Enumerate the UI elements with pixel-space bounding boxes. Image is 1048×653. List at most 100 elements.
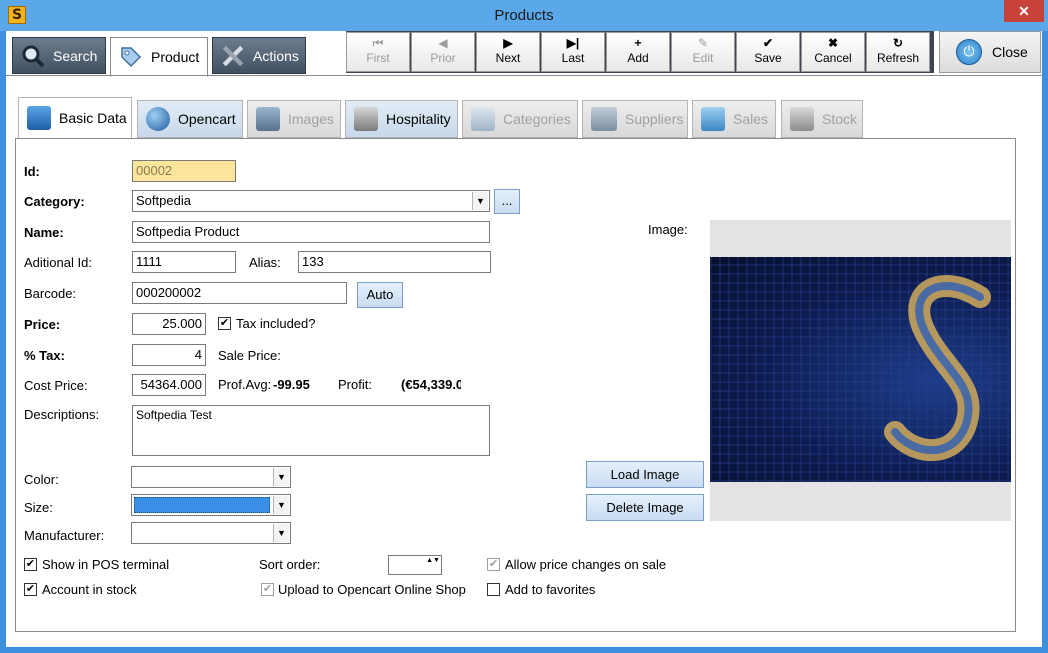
tab-suppliers[interactable]: Suppliers [582,100,688,138]
price-field[interactable]: 25.000 [132,313,206,335]
id-field[interactable]: 00002 [132,160,236,182]
tab-hospitality[interactable]: Hospitality [345,100,458,138]
load-image-button[interactable]: Load Image [586,461,704,488]
size-selection-highlight [134,497,270,513]
save-label: Save [754,51,782,65]
prof-avg-value: -99.95 [273,377,310,392]
tab-stock[interactable]: Stock [781,100,863,138]
product-image [710,257,1011,482]
tax-field[interactable]: 4 [132,344,206,366]
window: S Products ✕ Search Product Actions ⏮ Fi… [0,0,1048,653]
category-label: Category: [24,194,85,209]
category-more-button[interactable]: ... [494,189,520,214]
allow-price-label: Allow price changes on sale [505,557,667,572]
tab-opencart[interactable]: Opencart [137,100,243,138]
tab-images[interactable]: Images [247,100,341,138]
id-label: Id: [24,164,40,179]
basic-data-panel: Id: 00002 Category: Softpedia ▼ ... Name… [15,138,1016,632]
tab-sales[interactable]: Sales [692,100,776,138]
prior-label: Prior [430,51,456,65]
tab-hospitality-label: Hospitality [386,111,451,127]
manufacturer-select[interactable]: ▼ [131,522,291,544]
barcode-label: Barcode: [24,286,77,301]
add-label: Add [627,51,649,65]
tax-label: % Tax: [24,348,65,363]
cooking-pot-icon [354,107,378,131]
additional-id-field[interactable]: 1111 [132,251,236,273]
refresh-button[interactable]: ↻ Refresh [866,32,930,72]
tab-search-label: Search [53,47,98,64]
tax-included-checkbox[interactable]: ✔ [218,317,231,330]
show-pos-checkbox[interactable]: ✔ [24,558,37,571]
window-close-button[interactable]: ✕ [1004,0,1044,22]
alias-field[interactable]: 133 [298,251,491,273]
edit-icon: ✎ [697,36,709,50]
tab-categories[interactable]: Categories [462,100,578,138]
descriptions-textarea[interactable]: Softpedia Test [132,405,490,456]
image-label: Image: [648,222,688,237]
prior-icon: ◀ [438,36,448,50]
globe-icon [146,107,170,131]
upload-opencart-checkbox[interactable]: ✔ [261,583,274,596]
account-stock-label: Account in stock [42,582,137,597]
profit-value: (€54,339.0 [401,377,461,392]
cost-price-label: Cost Price: [24,378,88,393]
tab-search[interactable]: Search [12,37,106,74]
refresh-label: Refresh [876,51,920,65]
last-button[interactable]: ▶| Last [541,32,605,72]
cost-price-field[interactable]: 54364.000 [132,374,206,396]
tab-product[interactable]: Product [110,37,208,77]
descriptions-label: Descriptions: [24,407,100,422]
chevron-down-icon: ▼ [472,192,488,210]
tab-basic-data[interactable]: Basic Data [18,97,132,139]
last-label: Last [561,51,585,65]
allow-price-checkbox[interactable]: ✔ [487,558,500,571]
name-label: Name: [24,225,64,240]
save-icon: ✔ [762,36,774,50]
prior-button[interactable]: ◀ Prior [411,32,475,72]
edit-button[interactable]: ✎ Edit [671,32,735,72]
add-icon: + [634,36,642,50]
refresh-icon: ↻ [892,36,904,50]
sale-price-label: Sale Price: [218,348,281,363]
category-select[interactable]: Softpedia ▼ [132,190,490,212]
tab-actions[interactable]: Actions [212,37,306,74]
tab-actions-label: Actions [253,47,299,64]
tab-product-label: Product [151,49,200,65]
client-area: Search Product Actions ⏮ First ◀ Prior ▶… [6,31,1042,647]
cancel-button[interactable]: ✖ Cancel [801,32,865,72]
category-value: Softpedia [136,193,191,208]
tab-opencart-label: Opencart [178,111,236,127]
sort-order-spinner[interactable]: ▲▼ [388,555,442,575]
prof-avg-label: Prof.Avg: [218,377,272,392]
product-image-frame [710,220,1011,521]
basket-icon [701,107,725,131]
next-button[interactable]: ▶ Next [476,32,540,72]
tab-stock-label: Stock [822,111,858,127]
size-label: Size: [24,500,53,515]
color-select[interactable]: ▼ [131,466,291,488]
close-button[interactable]: ⏻ Close [939,31,1041,73]
first-button[interactable]: ⏮ First [346,32,410,72]
tax-included-label: Tax included? [236,316,316,331]
add-button[interactable]: + Add [606,32,670,72]
price-label: Price: [24,317,61,332]
color-label: Color: [24,472,59,487]
barcode-field[interactable]: 000200002 [132,282,347,304]
name-field[interactable]: Softpedia Product [132,221,490,243]
tab-basic-data-label: Basic Data [59,110,127,126]
sort-order-label: Sort order: [259,557,321,572]
delete-image-button[interactable]: Delete Image [586,494,704,521]
add-favorites-checkbox[interactable] [487,583,500,596]
window-title: Products [494,7,554,24]
next-label: Next [495,51,521,65]
save-button[interactable]: ✔ Save [736,32,800,72]
account-stock-checkbox[interactable]: ✔ [24,583,37,596]
edit-label: Edit [692,51,714,65]
additional-id-label: Aditional Id: [24,255,92,270]
alias-label: Alias: [249,255,281,270]
size-select[interactable]: ▼ [131,494,291,516]
chevron-down-icon: ▼ [273,496,289,514]
auto-barcode-button[interactable]: Auto [357,282,403,308]
manufacturer-label: Manufacturer: [24,528,105,543]
